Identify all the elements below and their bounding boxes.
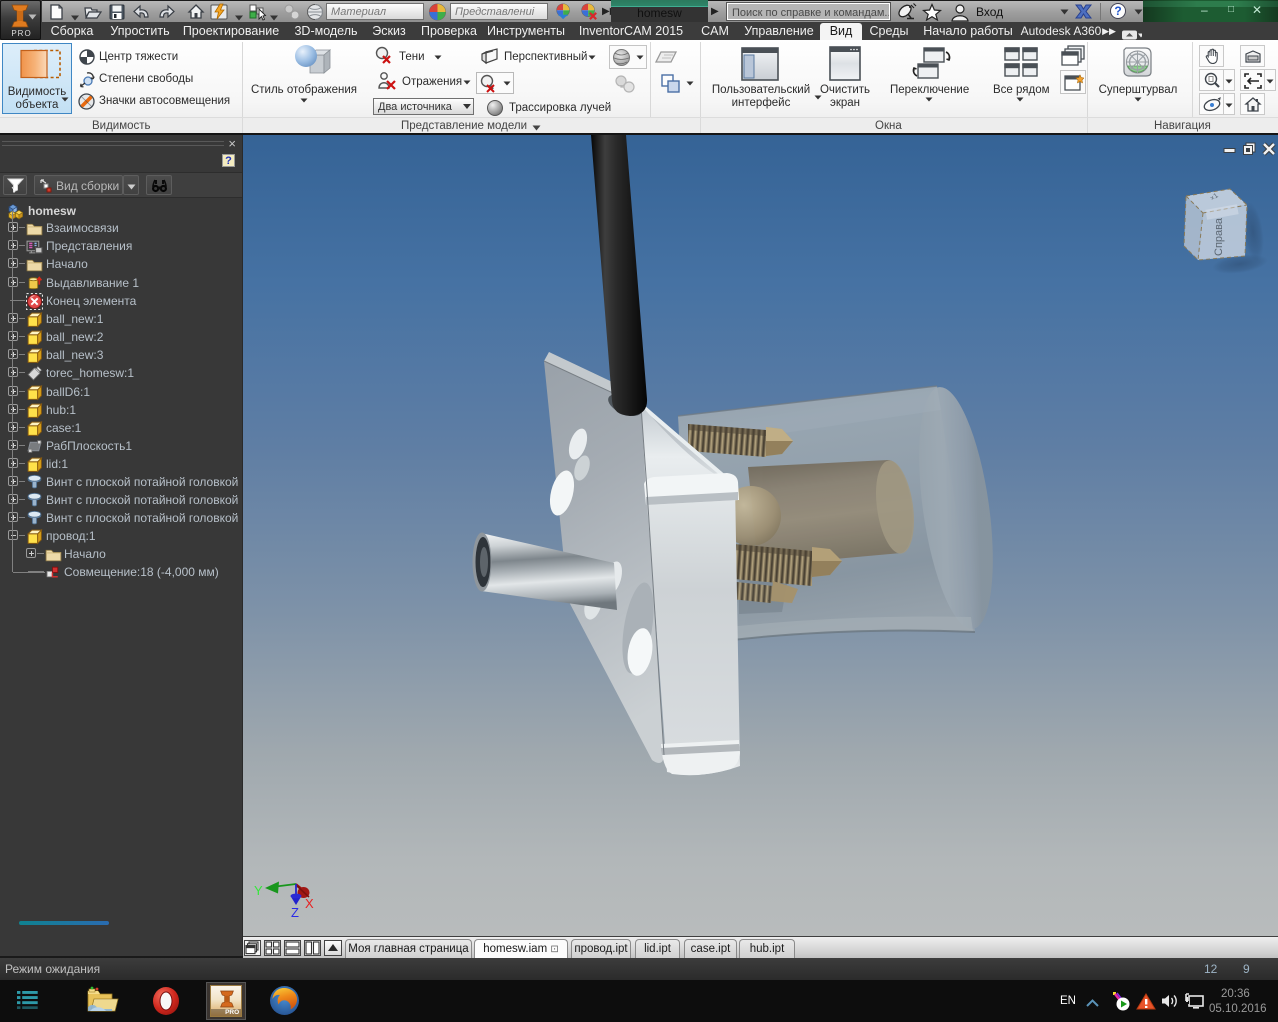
svg-text:Y: Y [254, 883, 263, 898]
svg-text:X: X [305, 896, 314, 911]
svg-text:Справа: Справа [1213, 217, 1225, 256]
svg-text:Z: Z [291, 905, 299, 920]
